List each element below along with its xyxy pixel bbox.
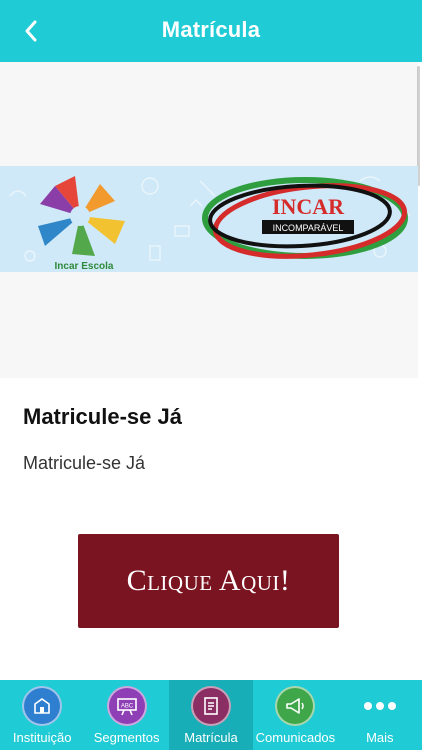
clique-aqui-button[interactable]: Clique Aqui! — [78, 534, 339, 628]
tab-instituicao[interactable]: Instituição — [0, 680, 84, 750]
megaphone-icon — [275, 686, 316, 726]
school-banner: Incar Escola INCAR INCOMPARÁVEL — [0, 166, 418, 272]
more-dots-icon — [363, 686, 396, 726]
tab-label: Mais — [366, 730, 394, 745]
bottom-tab-bar: Instituição ABC Segmentos Matrícula Comu… — [0, 680, 422, 750]
tab-label: Segmentos — [93, 730, 160, 745]
incar-logo: INCAR INCOMPARÁVEL — [202, 177, 408, 259]
tab-segmentos[interactable]: ABC Segmentos — [84, 680, 168, 750]
school-building-icon — [22, 686, 63, 726]
chalkboard-abc-icon: ABC — [106, 686, 147, 726]
tab-matricula[interactable]: Matrícula — [168, 680, 254, 750]
incar-logo-text: INCAR — [272, 194, 345, 219]
enrollment-document-icon — [191, 686, 232, 726]
tab-label: Matrícula — [184, 730, 238, 745]
content-title: Matricule-se Já — [23, 404, 182, 429]
tab-label: Comunicados — [255, 730, 336, 745]
incar-logo-subtext: INCOMPARÁVEL — [273, 223, 344, 233]
content-subtitle: Matricule-se Já — [23, 453, 146, 473]
incar-escola-logo: Incar Escola — [38, 176, 125, 272]
svg-text:ABC: ABC — [120, 704, 133, 710]
page-title: Matrícula — [161, 17, 261, 42]
app-header: Matrícula — [0, 0, 422, 62]
tab-comunicados[interactable]: Comunicados — [253, 680, 337, 750]
tab-mais[interactable]: Mais — [338, 680, 422, 750]
tab-label: Instituição — [12, 730, 72, 745]
clique-aqui-label: Clique Aqui! — [126, 564, 291, 597]
incar-escola-logo-text: Incar Escola — [55, 261, 114, 272]
